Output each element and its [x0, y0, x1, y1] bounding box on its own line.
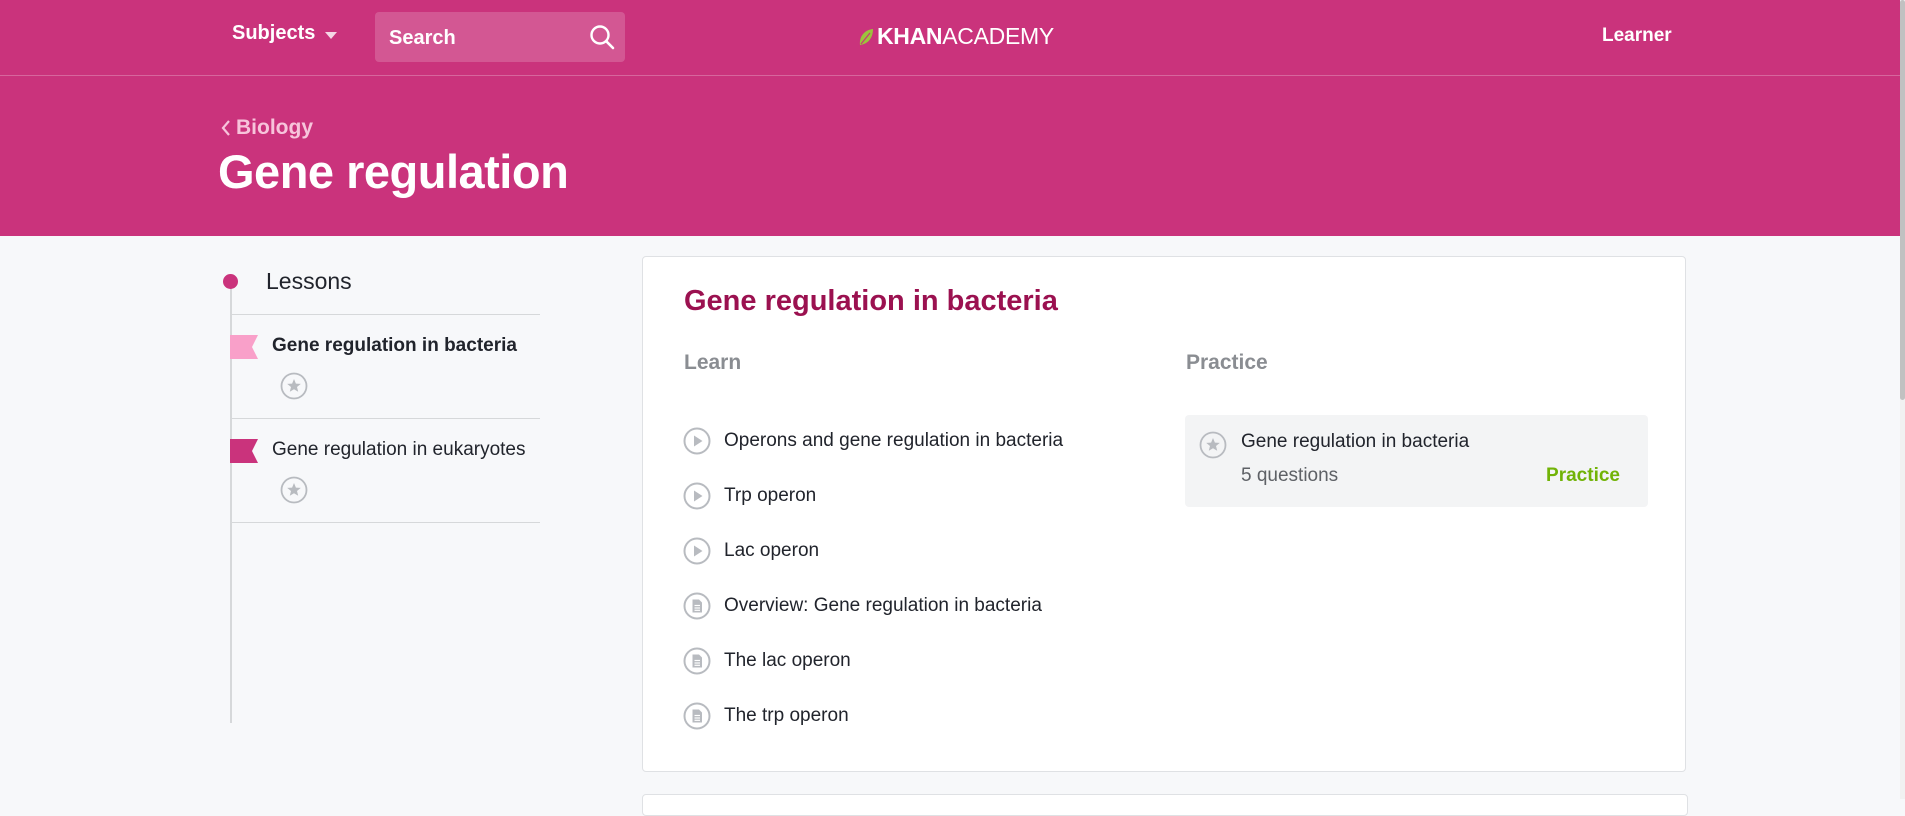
learn-item-label: Lac operon [724, 540, 820, 561]
chevron-left-icon [221, 120, 230, 136]
learn-item-label: The lac operon [724, 650, 851, 671]
article-icon [683, 702, 711, 730]
search-box [375, 12, 625, 64]
breadcrumb-label: Biology [236, 116, 313, 139]
page-title: Gene regulation [218, 145, 569, 198]
sidebar-heading-label: Lessons [266, 268, 352, 294]
breadcrumb[interactable]: Biology [220, 116, 313, 140]
article-icon [683, 647, 711, 675]
lesson-title[interactable]: Gene regulation in bacteria [684, 285, 1058, 318]
learn-item-label: The trp operon [724, 705, 849, 726]
star-badge-icon [280, 476, 308, 504]
learn-item-video[interactable]: Lac operon [683, 537, 1063, 592]
logo-text-light: ACADEMY [942, 23, 1054, 49]
khan-academy-logo[interactable]: KHAN ACADEMY [858, 23, 1054, 50]
lesson-card: Gene regulation in bacteria Learn Practi… [642, 256, 1686, 772]
scrollbar-thumb[interactable] [1900, 0, 1905, 400]
video-icon [683, 482, 711, 510]
learn-item-label: Operons and gene regulation in bacteria [724, 430, 1064, 451]
star-badge-icon [1199, 431, 1227, 459]
leaf-icon [859, 28, 873, 45]
sidebar-item-label: Gene regulation in eukaryotes [272, 439, 526, 460]
flag-icon [230, 335, 258, 359]
practice-title: Gene regulation in bacteria [1241, 431, 1470, 452]
practice-question-count: 5 questions [1241, 465, 1339, 486]
top-navigation: Subjects KHANACADEMY Learner [0, 0, 1900, 76]
practice-heading: Practice [1186, 351, 1268, 374]
sidebar-item-gene-regulation-in-eukaryotes[interactable]: Gene regulation in eukaryotes [230, 419, 530, 519]
next-lesson-card [642, 794, 1688, 816]
search-icon[interactable] [589, 24, 615, 50]
learn-item-label: Overview: Gene regulation in bacteria [724, 595, 1042, 616]
learn-item-label: Trp operon [724, 485, 817, 506]
learn-item-video[interactable]: Trp operon [683, 482, 1063, 537]
chevron-down-icon [325, 31, 338, 39]
logo-text-bold: KHAN [877, 23, 943, 49]
learner-menu-button[interactable]: Learner [1602, 25, 1672, 47]
video-icon [683, 427, 711, 455]
sidebar-item-label: Gene regulation in bacteria [272, 335, 517, 356]
learn-item-article[interactable]: The trp operon [683, 702, 1063, 757]
flag-icon [230, 439, 258, 463]
practice-exercise-card[interactable]: Gene regulation in bacteria 5 questions … [1185, 415, 1648, 507]
timeline-dot-icon [223, 274, 238, 289]
learn-heading: Learn [684, 351, 742, 374]
learn-item-video[interactable]: Operons and gene regulation in bacteria [683, 427, 1063, 482]
hero-banner: Biology Gene regulation [0, 76, 1900, 236]
sidebar-heading: Lessons [220, 268, 352, 295]
sidebar-item-gene-regulation-in-bacteria[interactable]: Gene regulation in bacteria [230, 315, 530, 415]
star-badge-icon [280, 372, 308, 400]
learn-item-article[interactable]: Overview: Gene regulation in bacteria [683, 592, 1063, 647]
learn-list: Operons and gene regulation in bacteria … [683, 427, 1063, 757]
practice-button[interactable]: Practice [1546, 465, 1620, 487]
subjects-label: Subjects [232, 22, 316, 44]
article-icon [683, 592, 711, 620]
learn-item-article[interactable]: The lac operon [683, 647, 1063, 702]
scrollbar[interactable] [1900, 0, 1905, 799]
divider [232, 522, 540, 523]
video-icon [683, 537, 711, 565]
search-input[interactable] [387, 12, 581, 64]
subjects-menu-button[interactable]: Subjects [232, 22, 338, 45]
page: Subjects KHANACADEMY Learner Biology [0, 0, 1900, 816]
